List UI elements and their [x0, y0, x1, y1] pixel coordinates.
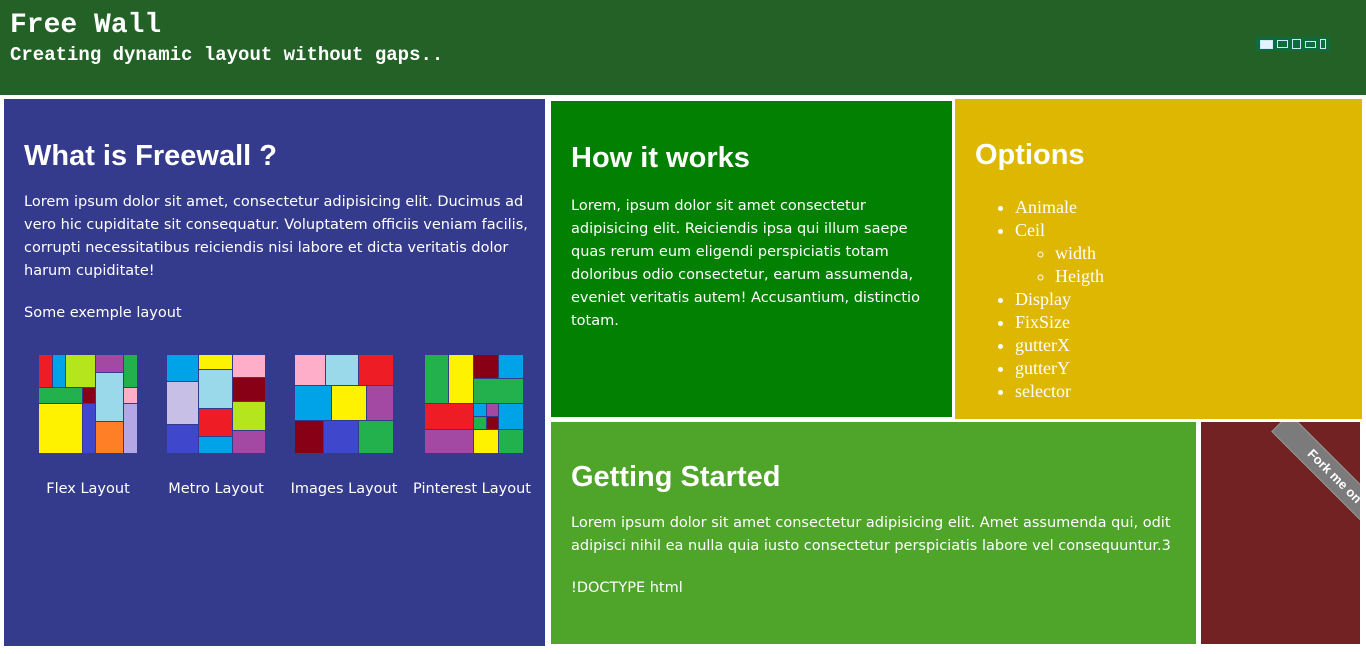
- what-heading: What is Freewall ?: [24, 140, 277, 172]
- options-heading: Options: [975, 139, 1085, 171]
- brick-fork: Fork me on GitHub: [1201, 422, 1360, 644]
- brick-what-is-freewall: What is Freewall ? Lorem ipsum dolor sit…: [4, 99, 545, 646]
- option-item: Animale: [1015, 196, 1352, 219]
- option-item: FixSize: [1015, 311, 1352, 334]
- what-paragraph: Lorem ipsum dolor sit amet, consectetur …: [24, 194, 528, 279]
- option-item-ceil: Ceil width Heigth: [1015, 219, 1352, 288]
- example-layouts: Flex Layout Metro Layout Images Layout P…: [24, 355, 539, 505]
- ceil-sublist: width Heigth: [1015, 242, 1352, 288]
- device-switcher: [1256, 37, 1330, 51]
- option-item: Display: [1015, 288, 1352, 311]
- option-subitem: Heigth: [1055, 265, 1352, 288]
- option-item: selector: [1015, 380, 1352, 403]
- example-layout-label: Some exemple layout: [24, 305, 182, 321]
- option-item-label: Ceil: [1015, 220, 1045, 240]
- monitor-icon[interactable]: [1260, 39, 1273, 49]
- how-paragraph: Lorem, ipsum dolor sit amet consectetur …: [571, 198, 920, 329]
- metro-layout-label: Metro Layout: [168, 481, 264, 497]
- brick-how-it-works: How it works Lorem, ipsum dolor sit amet…: [551, 101, 952, 417]
- site-title: Free Wall: [10, 10, 162, 41]
- flex-layout-label: Flex Layout: [46, 481, 130, 497]
- options-list: Animale Ceil width Heigth Display FixSiz…: [975, 196, 1352, 403]
- flex-layout-thumbnail[interactable]: [39, 355, 137, 453]
- layout-flex[interactable]: Flex Layout: [24, 355, 152, 505]
- images-layout-thumbnail[interactable]: [295, 355, 393, 453]
- layout-images[interactable]: Images Layout: [280, 355, 408, 505]
- metro-layout-thumbnail[interactable]: [167, 355, 265, 453]
- pinterest-layout-label: Pinterest Layout: [413, 481, 531, 497]
- tablet-icon[interactable]: [1292, 39, 1301, 49]
- tablet-landscape-icon[interactable]: [1305, 40, 1316, 48]
- images-layout-label: Images Layout: [290, 481, 398, 497]
- fork-me-ribbon[interactable]: Fork me on GitHub: [1271, 422, 1360, 573]
- started-paragraph: Lorem ipsum dolor sit amet consectetur a…: [571, 515, 1171, 554]
- layout-pinterest[interactable]: Pinterest Layout: [408, 355, 536, 505]
- phone-icon[interactable]: [1320, 39, 1326, 49]
- brick-getting-started: Getting Started Lorem ipsum dolor sit am…: [551, 422, 1196, 644]
- how-heading: How it works: [571, 142, 750, 174]
- option-item: gutterX: [1015, 334, 1352, 357]
- doctype-text: !DOCTYPE html: [571, 580, 683, 596]
- laptop-icon[interactable]: [1277, 40, 1288, 48]
- started-heading: Getting Started: [571, 461, 781, 493]
- site-subtitle: Creating dynamic layout without gaps..: [10, 44, 444, 66]
- option-item: gutterY: [1015, 357, 1352, 380]
- brick-options: Options Animale Ceil width Heigth Displa…: [955, 99, 1362, 419]
- pinterest-layout-thumbnail[interactable]: [425, 355, 523, 453]
- option-subitem: width: [1055, 242, 1352, 265]
- site-header: Free Wall Creating dynamic layout withou…: [0, 0, 1366, 95]
- layout-metro[interactable]: Metro Layout: [152, 355, 280, 505]
